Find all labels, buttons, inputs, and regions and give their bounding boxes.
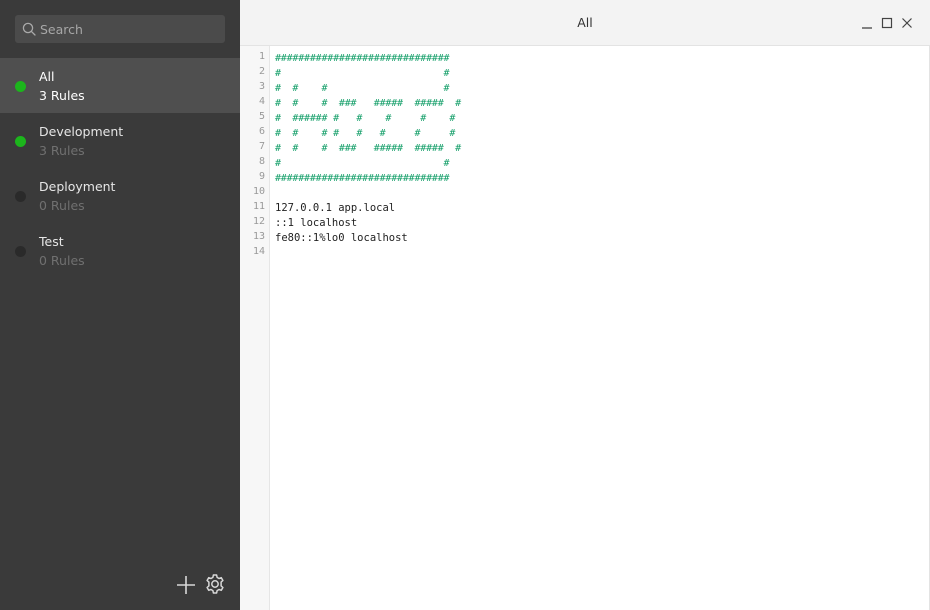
close-button[interactable] bbox=[900, 16, 914, 30]
line-number: 6 bbox=[258, 126, 265, 137]
group-name: Development bbox=[39, 124, 124, 139]
maximize-button[interactable] bbox=[880, 16, 894, 30]
line-number-gutter: 1 2 3 4 5 6 7 8 9 10 11 12 13 14 bbox=[240, 46, 270, 610]
comment-line[interactable]: ############################## bbox=[275, 51, 450, 66]
status-dot bbox=[15, 81, 26, 92]
line-number: 1 bbox=[258, 51, 265, 62]
status-dot bbox=[15, 246, 26, 257]
gear-icon bbox=[206, 574, 224, 594]
line-number: 13 bbox=[252, 231, 265, 242]
comment-line[interactable]: # # # # # # # # bbox=[275, 126, 455, 141]
line-number: 10 bbox=[252, 186, 265, 197]
search-box[interactable] bbox=[15, 15, 225, 43]
group-name: Deployment bbox=[39, 179, 116, 194]
line-number: 5 bbox=[258, 111, 265, 122]
group-rule-count: 3 Rules bbox=[39, 88, 85, 103]
code-line[interactable]: 127.0.0.1 app.local bbox=[275, 201, 395, 216]
status-dot bbox=[15, 136, 26, 147]
group-rule-count: 3 Rules bbox=[39, 143, 85, 158]
comment-line[interactable]: # # # ### ##### ##### # bbox=[275, 96, 461, 111]
comment-line[interactable]: ############################## bbox=[275, 171, 450, 186]
comment-line[interactable]: # # # # bbox=[275, 81, 450, 96]
title-bar: All bbox=[240, 0, 930, 46]
group-name: Test bbox=[39, 234, 64, 249]
code-line[interactable]: fe80::1%lo0 localhost bbox=[275, 231, 408, 246]
settings-button[interactable] bbox=[204, 573, 226, 595]
line-number: 4 bbox=[258, 96, 265, 107]
add-group-button[interactable] bbox=[175, 574, 197, 596]
line-number: 7 bbox=[258, 141, 265, 152]
sidebar: All 3 Rules Development 3 Rules Deployme… bbox=[0, 0, 240, 610]
minimize-button[interactable] bbox=[860, 16, 874, 30]
code-area[interactable]: ############################## # # # # # #… bbox=[275, 46, 925, 610]
window-title: All bbox=[577, 15, 593, 30]
line-number: 12 bbox=[252, 216, 265, 227]
comment-line[interactable]: # # bbox=[275, 156, 450, 171]
group-item-test[interactable]: Test 0 Rules bbox=[0, 223, 240, 278]
status-dot bbox=[15, 191, 26, 202]
search-input[interactable] bbox=[40, 15, 220, 43]
group-item-deployment[interactable]: Deployment 0 Rules bbox=[0, 168, 240, 223]
group-rule-count: 0 Rules bbox=[39, 198, 85, 213]
search-icon bbox=[22, 22, 36, 36]
close-icon bbox=[902, 18, 912, 28]
comment-line[interactable]: # ###### # # # # # bbox=[275, 111, 455, 126]
code-line[interactable]: ::1 localhost bbox=[275, 216, 357, 231]
line-number: 8 bbox=[258, 156, 265, 167]
maximize-icon bbox=[881, 17, 893, 29]
line-number: 11 bbox=[252, 201, 265, 212]
line-number: 14 bbox=[252, 246, 265, 257]
comment-line[interactable]: # # # ### ##### ##### # bbox=[275, 141, 461, 156]
group-name: All bbox=[39, 69, 55, 84]
main-panel: All 1 2 3 4 5 6 7 8 9 10 11 12 13 14 ################… bbox=[240, 0, 930, 610]
hosts-editor[interactable]: 1 2 3 4 5 6 7 8 9 10 11 12 13 14 ####################… bbox=[240, 46, 930, 610]
group-item-all[interactable]: All 3 Rules bbox=[0, 58, 240, 113]
group-item-development[interactable]: Development 3 Rules bbox=[0, 113, 240, 168]
line-number: 2 bbox=[258, 66, 265, 77]
line-number: 9 bbox=[258, 171, 265, 182]
plus-icon bbox=[177, 576, 195, 594]
group-rule-count: 0 Rules bbox=[39, 253, 85, 268]
line-number: 3 bbox=[258, 81, 265, 92]
comment-line[interactable]: # # bbox=[275, 66, 450, 81]
